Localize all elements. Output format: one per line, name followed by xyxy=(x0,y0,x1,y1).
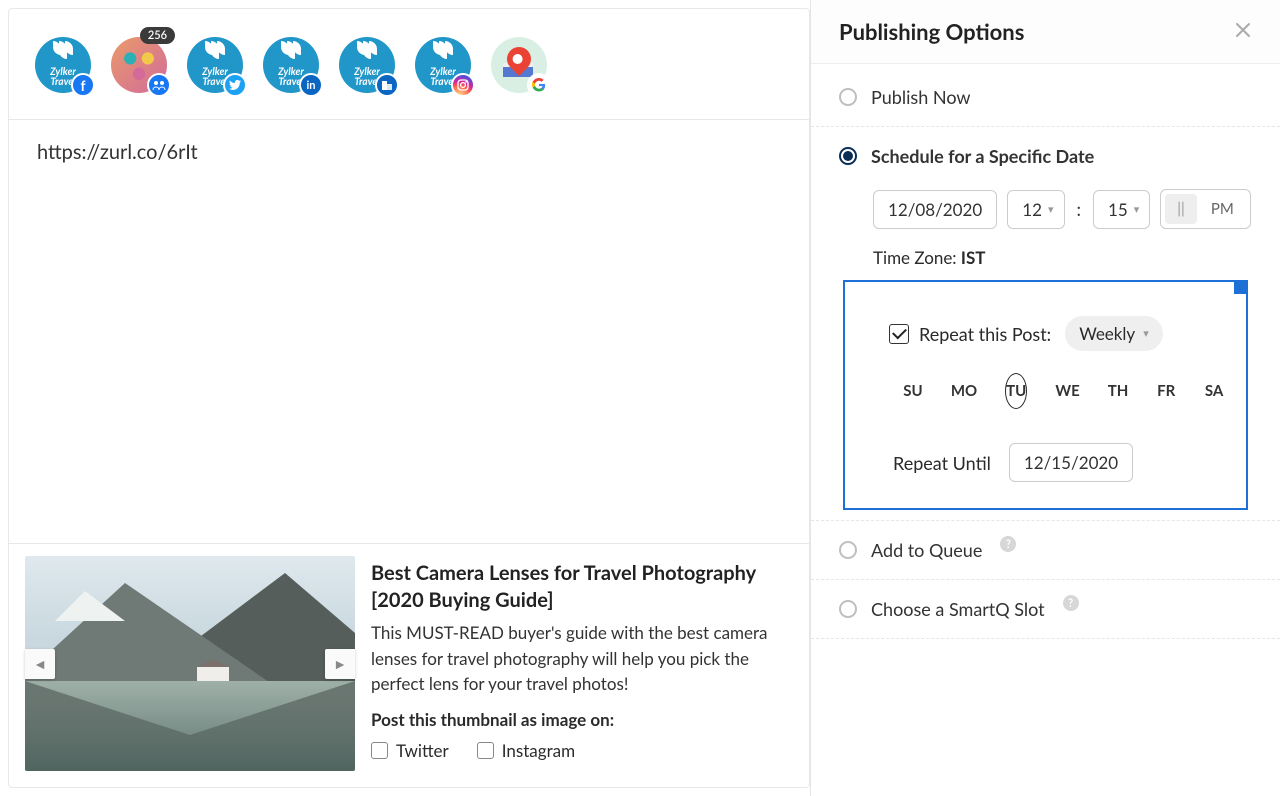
thumbnail-next-button[interactable]: ► xyxy=(325,649,355,679)
chevron-down-icon: ▾ xyxy=(1048,203,1054,216)
help-icon[interactable]: ? xyxy=(1063,595,1079,611)
repeat-post-label: Repeat this Post: xyxy=(919,323,1051,345)
account-linkedin[interactable]: Zylker Travel in xyxy=(263,37,319,93)
group-icon xyxy=(147,73,171,97)
post-thumb-instagram-checkbox[interactable]: Instagram xyxy=(477,740,575,761)
radio-label: Choose a SmartQ Slot xyxy=(871,598,1045,620)
radio-icon xyxy=(839,88,857,106)
schedule-hour-select[interactable]: 12 ▾ xyxy=(1007,190,1064,229)
publishing-options-panel: Publishing Options Publish Now Schedule … xyxy=(810,0,1280,796)
weekday-picker: SU MO TU WE TH FR SA xyxy=(903,373,1224,409)
radio-label: Publish Now xyxy=(871,86,971,108)
checkbox-label: Instagram xyxy=(502,740,575,761)
ampm-am[interactable]: || xyxy=(1165,194,1197,224)
day-tu[interactable]: TU xyxy=(1005,373,1027,409)
compose-text-area[interactable]: https://zurl.co/6rIt xyxy=(9,120,809,543)
day-su[interactable]: SU xyxy=(903,373,923,409)
link-title: Best Camera Lenses for Travel Photograph… xyxy=(371,560,793,614)
checkbox-icon xyxy=(477,742,494,759)
schedule-minute-select[interactable]: 15 ▾ xyxy=(1093,190,1150,229)
repeat-post-checkbox[interactable] xyxy=(889,324,909,344)
radio-icon xyxy=(839,600,857,618)
timezone-label: Time Zone: IST xyxy=(873,247,1252,268)
google-icon xyxy=(527,73,551,97)
link-meta: Best Camera Lenses for Travel Photograph… xyxy=(371,556,793,771)
account-fb-group[interactable]: 256 xyxy=(111,37,167,93)
linkedin-icon: in xyxy=(299,73,323,97)
repeat-until-label: Repeat Until xyxy=(893,452,991,474)
compose-url: https://zurl.co/6rIt xyxy=(37,140,198,164)
twitter-icon xyxy=(223,73,247,97)
ampm-toggle[interactable]: || PM xyxy=(1160,189,1250,229)
chevron-down-icon: ▾ xyxy=(1134,203,1140,216)
link-thumbnail xyxy=(25,556,355,771)
account-twitter[interactable]: Zylker Travel xyxy=(187,37,243,93)
ampm-pm[interactable]: PM xyxy=(1199,194,1246,224)
day-th[interactable]: TH xyxy=(1108,373,1129,409)
panel-title: Publishing Options xyxy=(839,18,1024,45)
instagram-icon xyxy=(451,73,475,97)
linkedin-company-icon xyxy=(375,73,399,97)
option-publish-now[interactable]: Publish Now xyxy=(811,68,1280,127)
account-facebook[interactable]: Zylker Travel f xyxy=(35,37,91,93)
link-preview-card: ◄ ► Best Camera Lenses for Travel Photog… xyxy=(9,543,809,787)
facebook-icon: f xyxy=(71,73,95,97)
close-icon[interactable] xyxy=(1234,21,1252,43)
account-linkedin-company[interactable]: Zylker Travel xyxy=(339,37,395,93)
radio-icon xyxy=(839,147,857,165)
repeat-frequency-select[interactable]: Weekly ▾ xyxy=(1065,316,1163,351)
option-schedule-date[interactable]: Schedule for a Specific Date 12/08/2020 … xyxy=(811,127,1280,520)
link-description: This MUST-READ buyer's guide with the be… xyxy=(371,620,793,697)
post-thumb-twitter-checkbox[interactable]: Twitter xyxy=(371,740,449,761)
panel-header: Publishing Options xyxy=(811,0,1280,64)
checkbox-label: Twitter xyxy=(396,740,449,761)
composer-pane: Zylker Travel f 256 Zylker Travel xyxy=(8,8,810,788)
repeat-until-date-input[interactable]: 12/15/2020 xyxy=(1009,443,1133,482)
chevron-down-icon: ▾ xyxy=(1143,327,1149,340)
radio-label: Add to Queue xyxy=(871,539,982,561)
account-instagram[interactable]: Zylker Travel xyxy=(415,37,471,93)
repeat-post-section: Repeat this Post: Weekly ▾ SU MO TU WE T… xyxy=(843,280,1248,510)
schedule-controls: 12/08/2020 12 ▾ : 15 ▾ || PM xyxy=(873,189,1252,229)
option-add-to-queue[interactable]: Add to Queue ? xyxy=(811,520,1280,580)
thumbnail-prev-button[interactable]: ◄ xyxy=(25,649,55,679)
thumbnail-carousel: ◄ ► xyxy=(25,556,355,771)
day-we[interactable]: WE xyxy=(1055,373,1079,409)
day-sa[interactable]: SA xyxy=(1204,373,1224,409)
account-google-business[interactable] xyxy=(491,37,547,93)
highlight-corner xyxy=(1234,280,1248,294)
accounts-row: Zylker Travel f 256 Zylker Travel xyxy=(9,9,809,120)
help-icon[interactable]: ? xyxy=(1000,536,1016,552)
day-mo[interactable]: MO xyxy=(951,373,977,409)
time-colon: : xyxy=(1075,198,1084,220)
option-smartq-slot[interactable]: Choose a SmartQ Slot ? xyxy=(811,580,1280,639)
post-thumbnail-label: Post this thumbnail as image on: xyxy=(371,709,793,730)
radio-label: Schedule for a Specific Date xyxy=(871,145,1094,167)
checkbox-icon xyxy=(371,742,388,759)
radio-icon xyxy=(839,541,857,559)
schedule-date-input[interactable]: 12/08/2020 xyxy=(873,190,997,229)
day-fr[interactable]: FR xyxy=(1156,373,1176,409)
member-count-badge: 256 xyxy=(140,27,175,44)
